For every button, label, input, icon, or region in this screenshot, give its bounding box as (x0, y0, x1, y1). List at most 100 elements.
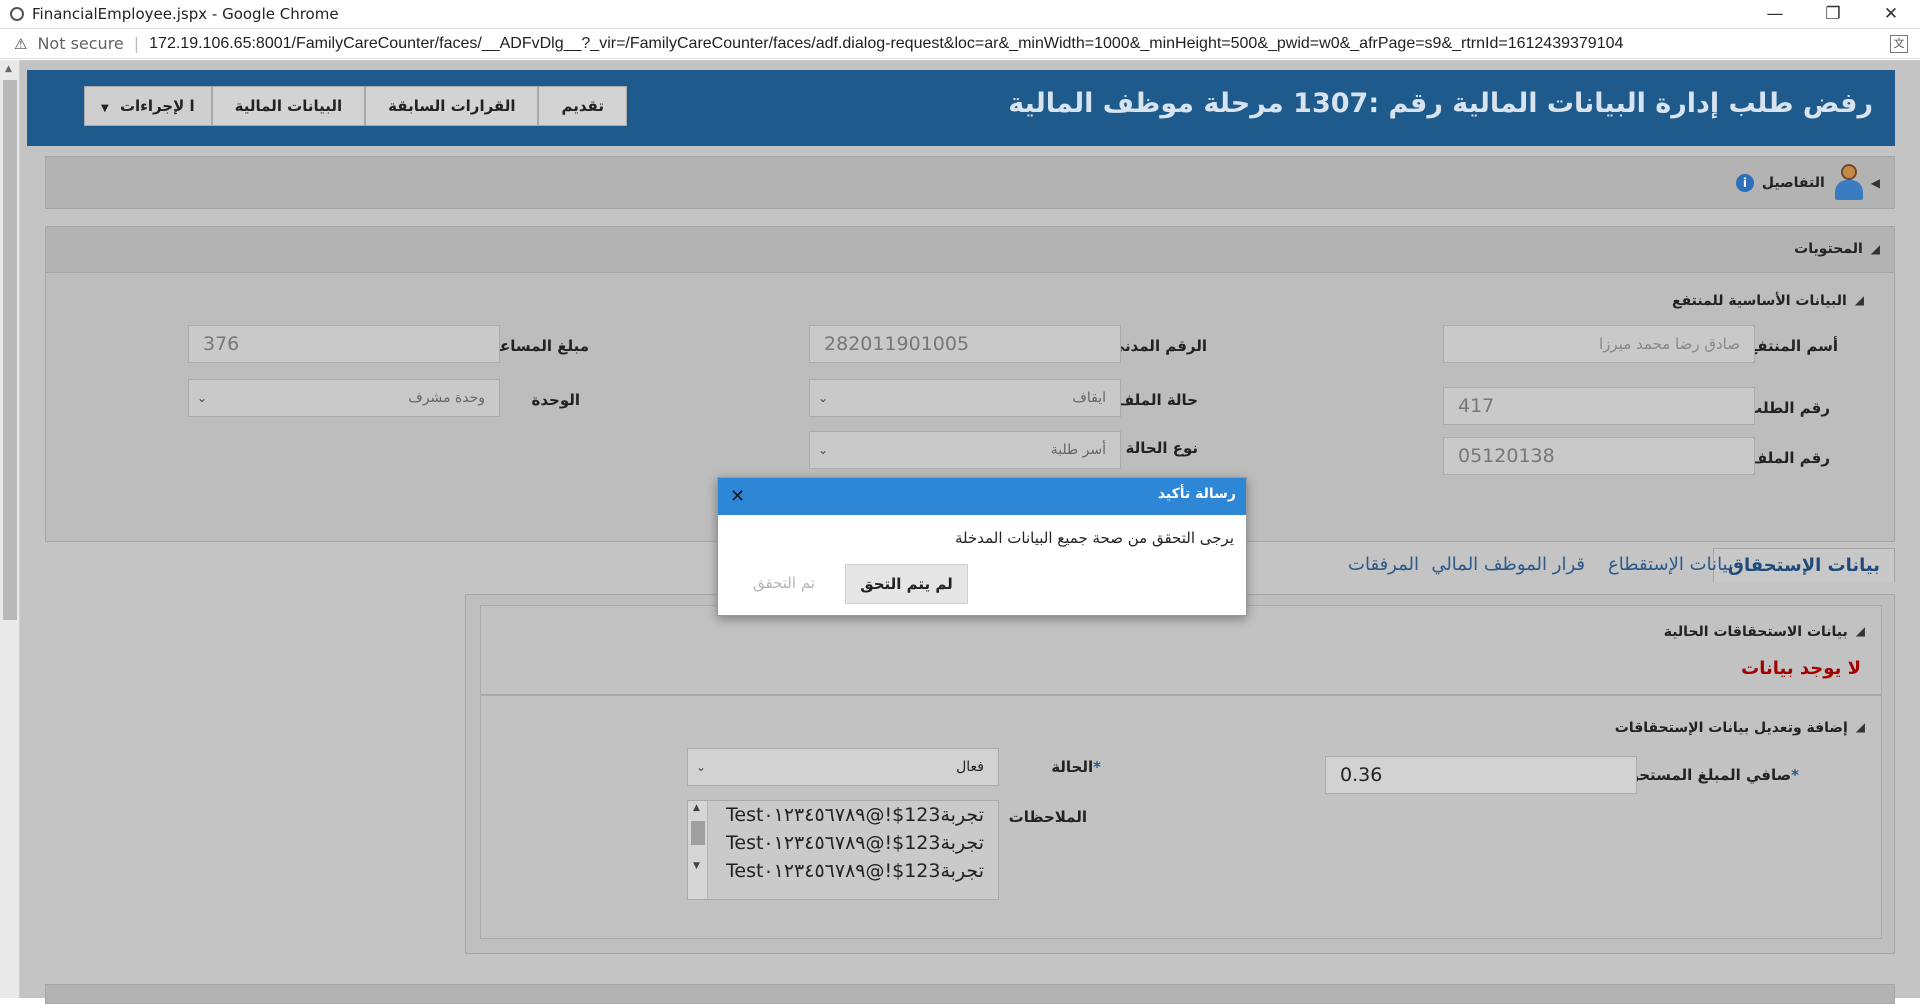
add-edit-entitlements-section: ◢ إضافة وتعديل بيانات الإستحقاقات *صافي … (480, 695, 1882, 939)
net-amount-input[interactable]: 0.36 (1325, 756, 1637, 794)
notes-line: Testتجربة123$!@٠١٢٣٤٥٦٧٨٩ (726, 860, 984, 882)
file-no-label: رقم الملف (1749, 449, 1830, 467)
request-no-label: رقم الطلب (1747, 399, 1830, 417)
browser-titlebar: FinancialEmployee.jspx - Google Chrome —… (0, 0, 1920, 29)
current-entitlements-section: ◢ بيانات الاستحقاقات الحالية لا يوجد بيا… (480, 605, 1882, 695)
user-icon (1833, 164, 1863, 202)
chevron-down-icon: ▼ (101, 103, 109, 114)
unit-select[interactable]: وحدة مشرف ⌄ (188, 379, 500, 417)
notes-line: Testتجربة123$!@٠١٢٣٤٥٦٧٨٩ (726, 832, 984, 854)
tab-entitlement-data[interactable]: بيانات الإستحقاق (1712, 548, 1895, 582)
page-scrollbar[interactable]: ▲ (0, 60, 20, 998)
notes-textarea[interactable]: ▲ ▼ Testتجربة123$!@٠١٢٣٤٥٦٧٨٩ Testتجربة1… (687, 800, 999, 900)
notes-scrollbar-thumb[interactable] (691, 821, 705, 845)
not-verified-button[interactable]: لم يتم التحق (845, 564, 968, 604)
basic-data-header[interactable]: ◢ البيانات الأساسية للمنتفع (1672, 293, 1864, 309)
window-title: FinancialEmployee.jspx - Google Chrome (32, 5, 339, 23)
window-controls: — ❐ ✕ (1746, 0, 1920, 29)
status-select[interactable]: فعال ⌄ (687, 748, 999, 786)
net-amount-label: *صافي المبلغ المستحق (1626, 766, 1799, 784)
beneficiary-name-label: أسم المنتفع (1747, 337, 1838, 355)
scroll-up-icon[interactable]: ▲ (693, 803, 700, 813)
chevron-down-icon: ⌄ (696, 760, 707, 774)
actions-menu-button[interactable]: ا لإجراءات ▼ (84, 86, 212, 126)
header-toolbar: تقديم القرارات السابقة البيانات المالية … (84, 86, 627, 126)
submit-button[interactable]: تقديم (538, 86, 627, 126)
aid-amount-field[interactable]: 376 (188, 325, 500, 363)
bottom-panel-strip (45, 984, 1895, 1004)
details-panel: ◀ التفاصيل i (45, 156, 1895, 209)
page-header: رفض طلب إدارة البيانات المالية رقم :1307… (27, 70, 1895, 146)
verified-button[interactable]: تم التحقق (738, 564, 830, 604)
globe-icon (10, 7, 24, 21)
expand-triangle-icon[interactable]: ◢ (1856, 624, 1865, 640)
current-entitlements-header[interactable]: ◢ بيانات الاستحقاقات الحالية (1664, 624, 1865, 640)
scroll-up-icon[interactable]: ▲ (5, 64, 12, 74)
basic-data-label: البيانات الأساسية للمنتفع (1672, 293, 1847, 309)
civil-id-label: الرقم المدني (1109, 337, 1207, 355)
warning-icon[interactable]: ⚠ (14, 35, 27, 53)
case-type-value: أسر طلبة (1050, 442, 1106, 458)
required-indicator: * (1093, 758, 1101, 776)
info-icon[interactable]: i (1735, 174, 1754, 192)
expand-triangle-icon[interactable]: ◢ (1871, 242, 1880, 256)
details-header[interactable]: ◀ التفاصيل i (1735, 164, 1880, 202)
separator: | (133, 34, 140, 53)
notes-label: الملاحظات (1008, 808, 1087, 826)
page-title: رفض طلب إدارة البيانات المالية رقم :1307… (1008, 88, 1873, 119)
financial-data-button[interactable]: البيانات المالية (211, 86, 366, 126)
url-text[interactable]: 172.19.106.65:8001/FamilyCareCounter/fac… (149, 35, 1623, 53)
contents-label: المحتويات (1794, 241, 1863, 257)
close-window-icon[interactable]: ✕ (1862, 0, 1920, 29)
chevron-down-icon: ⌄ (818, 391, 829, 405)
expand-triangle-icon[interactable]: ◢ (1856, 720, 1865, 736)
dialog-title: رسالة تأكيد (1157, 486, 1236, 502)
tab-deduction-data[interactable]: بيانات الإستقطاع (1608, 554, 1733, 575)
tab-content-panel: ◢ بيانات الاستحقاقات الحالية لا يوجد بيا… (465, 594, 1895, 954)
case-type-select[interactable]: أسر طلبة ⌄ (809, 431, 1121, 469)
confirmation-dialog: رسالة تأكيد ✕ يرجى التحقق من صحة جميع ال… (717, 477, 1247, 616)
required-indicator: * (1791, 766, 1799, 784)
unit-label: الوحدة (531, 391, 580, 409)
file-no-field[interactable]: 05120138 (1443, 437, 1755, 475)
case-type-label: نوع الحالة (1125, 439, 1198, 457)
chevron-down-icon: ⌄ (818, 443, 829, 457)
beneficiary-name-field[interactable]: صادق رضا محمد ميرزا (1443, 325, 1755, 363)
contents-header[interactable]: ◢ المحتويات (1794, 241, 1880, 257)
status-label: *الحالة (1051, 758, 1101, 776)
security-status[interactable]: Not secure (37, 34, 123, 53)
notes-scrollbar[interactable]: ▲ ▼ (688, 801, 708, 899)
net-amount-label-text: صافي المبلغ المستحق (1625, 766, 1792, 784)
address-bar[interactable]: ⚠ Not secure | 172.19.106.65:8001/Family… (0, 29, 1920, 59)
request-no-field[interactable]: 417 (1443, 387, 1755, 425)
civil-id-field[interactable]: 282011901005 (809, 325, 1121, 363)
tab-attachments[interactable]: المرفقات (1348, 554, 1419, 575)
dialog-message: يرجى التحقق من صحة جميع البيانات المدخلة (954, 529, 1234, 547)
status-value: فعال (956, 759, 984, 775)
close-icon[interactable]: ✕ (730, 486, 745, 507)
file-status-label: حالة الملف (1116, 391, 1198, 409)
no-data-message: لا يوجد بيانات (1741, 658, 1861, 679)
details-label: التفاصيل (1761, 175, 1825, 191)
notes-line: Testتجربة123$!@٠١٢٣٤٥٦٧٨٩ (726, 804, 984, 826)
translate-icon[interactable]: 文 (1890, 35, 1908, 53)
scroll-down-icon[interactable]: ▼ (693, 861, 700, 871)
dialog-header[interactable]: رسالة تأكيد ✕ (718, 478, 1246, 515)
minimize-icon[interactable]: — (1746, 0, 1804, 29)
add-edit-entitlements-header[interactable]: ◢ إضافة وتعديل بيانات الإستحقاقات (1615, 720, 1865, 736)
expand-triangle-icon[interactable]: ◢ (1855, 293, 1864, 309)
chevron-down-icon: ⌄ (197, 391, 208, 405)
file-status-select[interactable]: ايقاف ⌄ (809, 379, 1121, 417)
actions-label: ا لإجراءات (119, 97, 195, 115)
contents-header-bar (46, 227, 1894, 273)
tab-financial-employee-decision[interactable]: قرار الموظف المالي (1431, 554, 1585, 575)
unit-value: وحدة مشرف (408, 390, 485, 406)
file-status-value: ايقاف (1072, 390, 1106, 406)
current-entitlements-label: بيانات الاستحقاقات الحالية (1663, 624, 1848, 640)
status-label-text: الحالة (1051, 758, 1094, 776)
collapse-triangle-icon[interactable]: ◀ (1871, 176, 1880, 190)
add-edit-entitlements-label: إضافة وتعديل بيانات الإستحقاقات (1614, 720, 1848, 736)
scrollbar-thumb[interactable] (3, 80, 17, 620)
restore-icon[interactable]: ❐ (1804, 0, 1862, 29)
previous-decisions-button[interactable]: القرارات السابقة (365, 86, 539, 126)
